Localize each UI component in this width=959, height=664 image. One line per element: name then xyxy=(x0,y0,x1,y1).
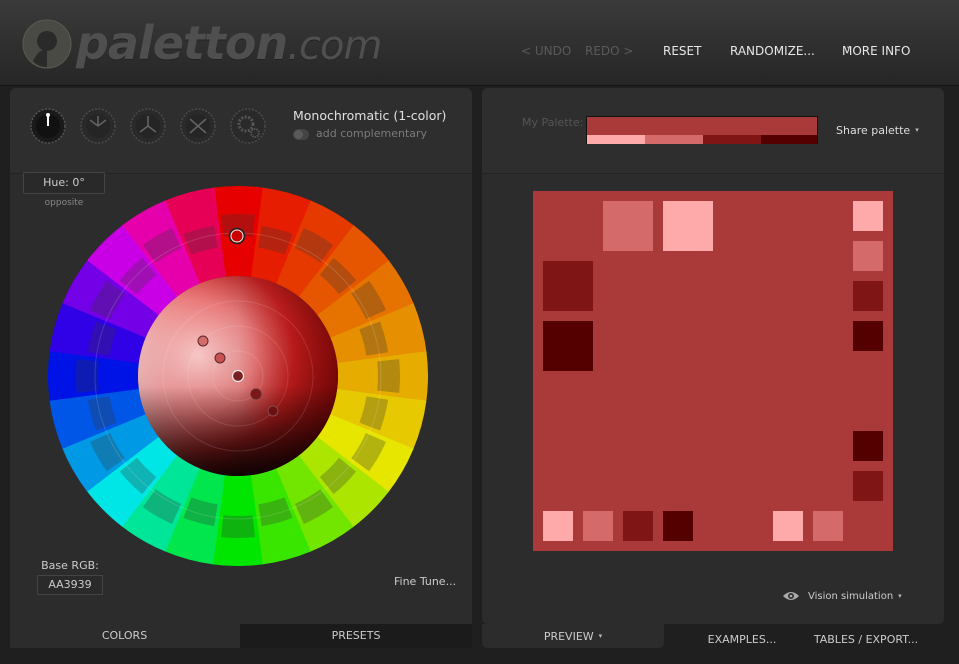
preview-swatch xyxy=(663,201,713,251)
app-header: paletton.com < UNDO REDO > RESET RANDOMI… xyxy=(0,0,959,86)
preview-swatch xyxy=(813,511,843,541)
tab-presets[interactable]: PRESETS xyxy=(240,624,472,648)
preview-swatch xyxy=(853,431,883,461)
more-info-label: MORE INFO xyxy=(842,44,911,58)
monochromatic-mode-icon[interactable] xyxy=(29,107,67,145)
caret-down-icon: ▾ xyxy=(598,632,603,640)
eye-icon xyxy=(783,592,799,600)
preview-swatch xyxy=(543,321,593,371)
palette-shade-swatch xyxy=(761,135,817,144)
base-rgb-input[interactable]: AA3939 xyxy=(37,575,103,595)
add-complementary-label[interactable]: add complementary xyxy=(316,127,427,140)
shade-dot-lighter[interactable] xyxy=(197,335,209,347)
caret-down-icon: ▾ xyxy=(847,44,851,52)
logo-mark-icon xyxy=(22,19,72,69)
tab-examples[interactable]: EXAMPLES... xyxy=(664,628,820,652)
palette-shade-swatch xyxy=(645,135,703,144)
undo-button[interactable]: < UNDO xyxy=(521,44,571,58)
my-palette-swatch[interactable] xyxy=(586,116,818,144)
palette-preview xyxy=(533,191,893,551)
shade-dot-dark[interactable] xyxy=(250,388,262,400)
palette-base-swatch xyxy=(587,117,817,135)
hue-handle[interactable] xyxy=(228,227,246,245)
redo-button[interactable]: REDO > xyxy=(585,44,633,58)
fine-tune-button[interactable]: Fine Tune... xyxy=(394,575,456,588)
caret-down-icon: ▾ xyxy=(898,592,902,600)
color-wheel[interactable] xyxy=(48,186,428,566)
palette-shade-swatch xyxy=(587,135,645,144)
tetrad-mode-icon[interactable] xyxy=(179,107,217,145)
shade-dot-light[interactable] xyxy=(214,352,226,364)
tab-preview[interactable]: PREVIEW ▾ xyxy=(482,624,664,648)
preview-swatch xyxy=(663,511,693,541)
palette-shade-swatch xyxy=(703,135,761,144)
logo-main: paletton xyxy=(76,15,288,70)
preview-swatch xyxy=(583,511,613,541)
vision-simulation-label: Vision simulation xyxy=(808,590,894,602)
share-palette-label: Share palette xyxy=(836,124,911,137)
logo-text: paletton.com xyxy=(76,15,382,74)
tab-tables-export[interactable]: TABLES / EXPORT... xyxy=(800,628,932,652)
logo-domain: .com xyxy=(287,22,382,69)
caret-down-icon: ▾ xyxy=(915,126,919,134)
complementary-toggle[interactable] xyxy=(293,129,309,140)
preview-swatch xyxy=(623,511,653,541)
preview-swatch xyxy=(543,511,573,541)
vision-simulation-button[interactable]: Vision simulation ▾ xyxy=(782,590,902,602)
preview-swatch xyxy=(543,261,593,311)
preview-swatch xyxy=(853,281,883,311)
shade-dot-darker[interactable] xyxy=(267,405,279,417)
preview-swatch xyxy=(853,471,883,501)
preview-swatch xyxy=(853,201,883,231)
scheme-title: Monochromatic (1-color) xyxy=(293,108,447,123)
free-style-mode-icon[interactable] xyxy=(229,107,267,145)
base-rgb-label: Base RGB: xyxy=(41,559,99,572)
preview-swatch xyxy=(603,201,653,251)
preview-swatch xyxy=(853,321,883,351)
randomize-button[interactable]: RANDOMIZE... xyxy=(730,44,815,58)
triad-mode-icon[interactable] xyxy=(129,107,167,145)
tab-colors[interactable]: COLORS xyxy=(10,624,239,648)
preview-swatch xyxy=(773,511,803,541)
adjacent-mode-icon[interactable] xyxy=(79,107,117,145)
share-palette-button[interactable]: Share palette ▾ xyxy=(836,124,919,137)
logo[interactable]: paletton.com xyxy=(20,15,382,74)
my-palette-label: My Palette: xyxy=(522,116,584,129)
preview-swatch xyxy=(853,241,883,271)
reset-button[interactable]: RESET xyxy=(663,44,701,58)
base-color-dot[interactable] xyxy=(231,369,245,383)
tab-preview-label: PREVIEW xyxy=(543,630,594,643)
